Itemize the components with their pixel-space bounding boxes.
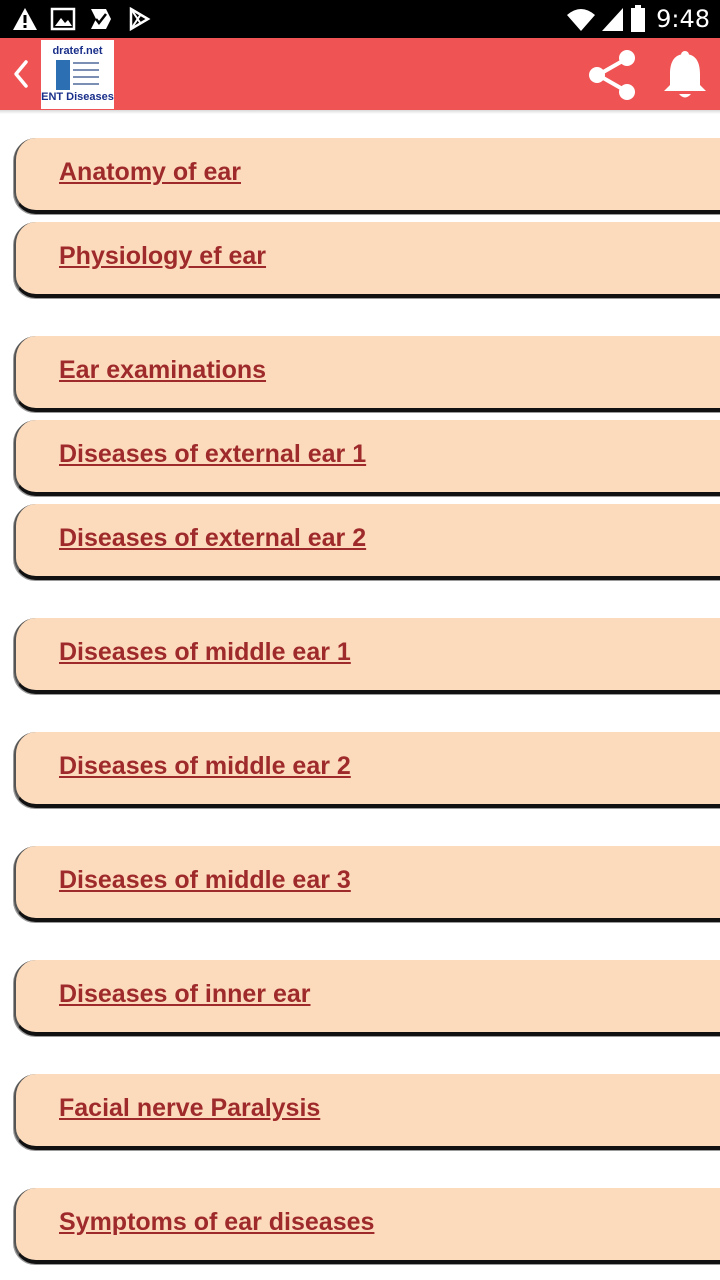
app-logo: dratef.net ENT Diseases <box>41 40 114 109</box>
menu-item-link[interactable]: Physiology ef ear <box>59 242 266 271</box>
menu-item-facial-nerve-paralysis[interactable]: Facial nerve Paralysis <box>14 1074 720 1150</box>
menu-item-middle-ear-2[interactable]: Diseases of middle ear 2 <box>14 732 720 808</box>
menu-item-middle-ear-1[interactable]: Diseases of middle ear 1 <box>14 618 720 694</box>
status-bar: 9:48 <box>0 0 720 38</box>
menu-item-link[interactable]: Diseases of inner ear <box>59 980 311 1009</box>
menu-item-link[interactable]: Ear examinations <box>59 356 266 385</box>
system-icons: 9:48 <box>566 4 710 34</box>
menu-item-link[interactable]: Symptoms of ear diseases <box>59 1208 374 1237</box>
menu-item-ear-examinations[interactable]: Ear examinations <box>14 336 720 412</box>
menu-item-middle-ear-3[interactable]: Diseases of middle ear 3 <box>14 846 720 922</box>
app-bar: dratef.net ENT Diseases <box>0 38 720 110</box>
menu-item-ear-symptoms[interactable]: Symptoms of ear diseases <box>14 1188 720 1264</box>
menu-item-inner-ear[interactable]: Diseases of inner ear <box>14 960 720 1036</box>
wifi-icon <box>567 9 596 31</box>
back-button[interactable] <box>6 54 36 94</box>
logo-app-title: ENT Diseases <box>41 91 114 103</box>
download-done-icon <box>91 9 111 29</box>
play-store-icon <box>129 6 151 32</box>
notification-icons <box>12 6 152 32</box>
menu-item-link[interactable]: Diseases of middle ear 3 <box>59 866 351 895</box>
image-icon <box>50 7 76 31</box>
menu-item-link[interactable]: Diseases of external ear 1 <box>59 440 366 469</box>
menu-item-physiology-of-ear[interactable]: Physiology ef ear <box>14 222 720 298</box>
battery-icon <box>631 5 646 32</box>
logo-site-text: dratef.net <box>52 45 103 57</box>
bell-icon <box>664 51 706 98</box>
menu-item-link[interactable]: Facial nerve Paralysis <box>59 1094 320 1123</box>
menu-item-link[interactable]: Anatomy of ear <box>59 158 241 187</box>
logo-book-title <box>73 62 99 90</box>
app-bar-shadow <box>0 110 720 114</box>
menu-item-link[interactable]: Diseases of external ear 2 <box>59 524 366 553</box>
back-icon <box>14 60 28 88</box>
menu-item-link[interactable]: Diseases of middle ear 2 <box>59 752 351 781</box>
signal-icon <box>602 8 624 31</box>
notifications-button[interactable] <box>658 47 712 103</box>
clock: 9:48 <box>656 5 710 33</box>
share-icon <box>589 50 635 100</box>
book-icon <box>56 60 70 90</box>
menu-item-link[interactable]: Diseases of middle ear 1 <box>59 638 351 667</box>
logo-book-image <box>41 59 114 91</box>
share-button[interactable] <box>584 47 640 103</box>
menu-item-anatomy-of-ear[interactable]: Anatomy of ear <box>14 138 720 214</box>
warning-icon <box>13 8 37 30</box>
menu-item-external-ear-1[interactable]: Diseases of external ear 1 <box>14 420 720 496</box>
menu-item-external-ear-2[interactable]: Diseases of external ear 2 <box>14 504 720 580</box>
